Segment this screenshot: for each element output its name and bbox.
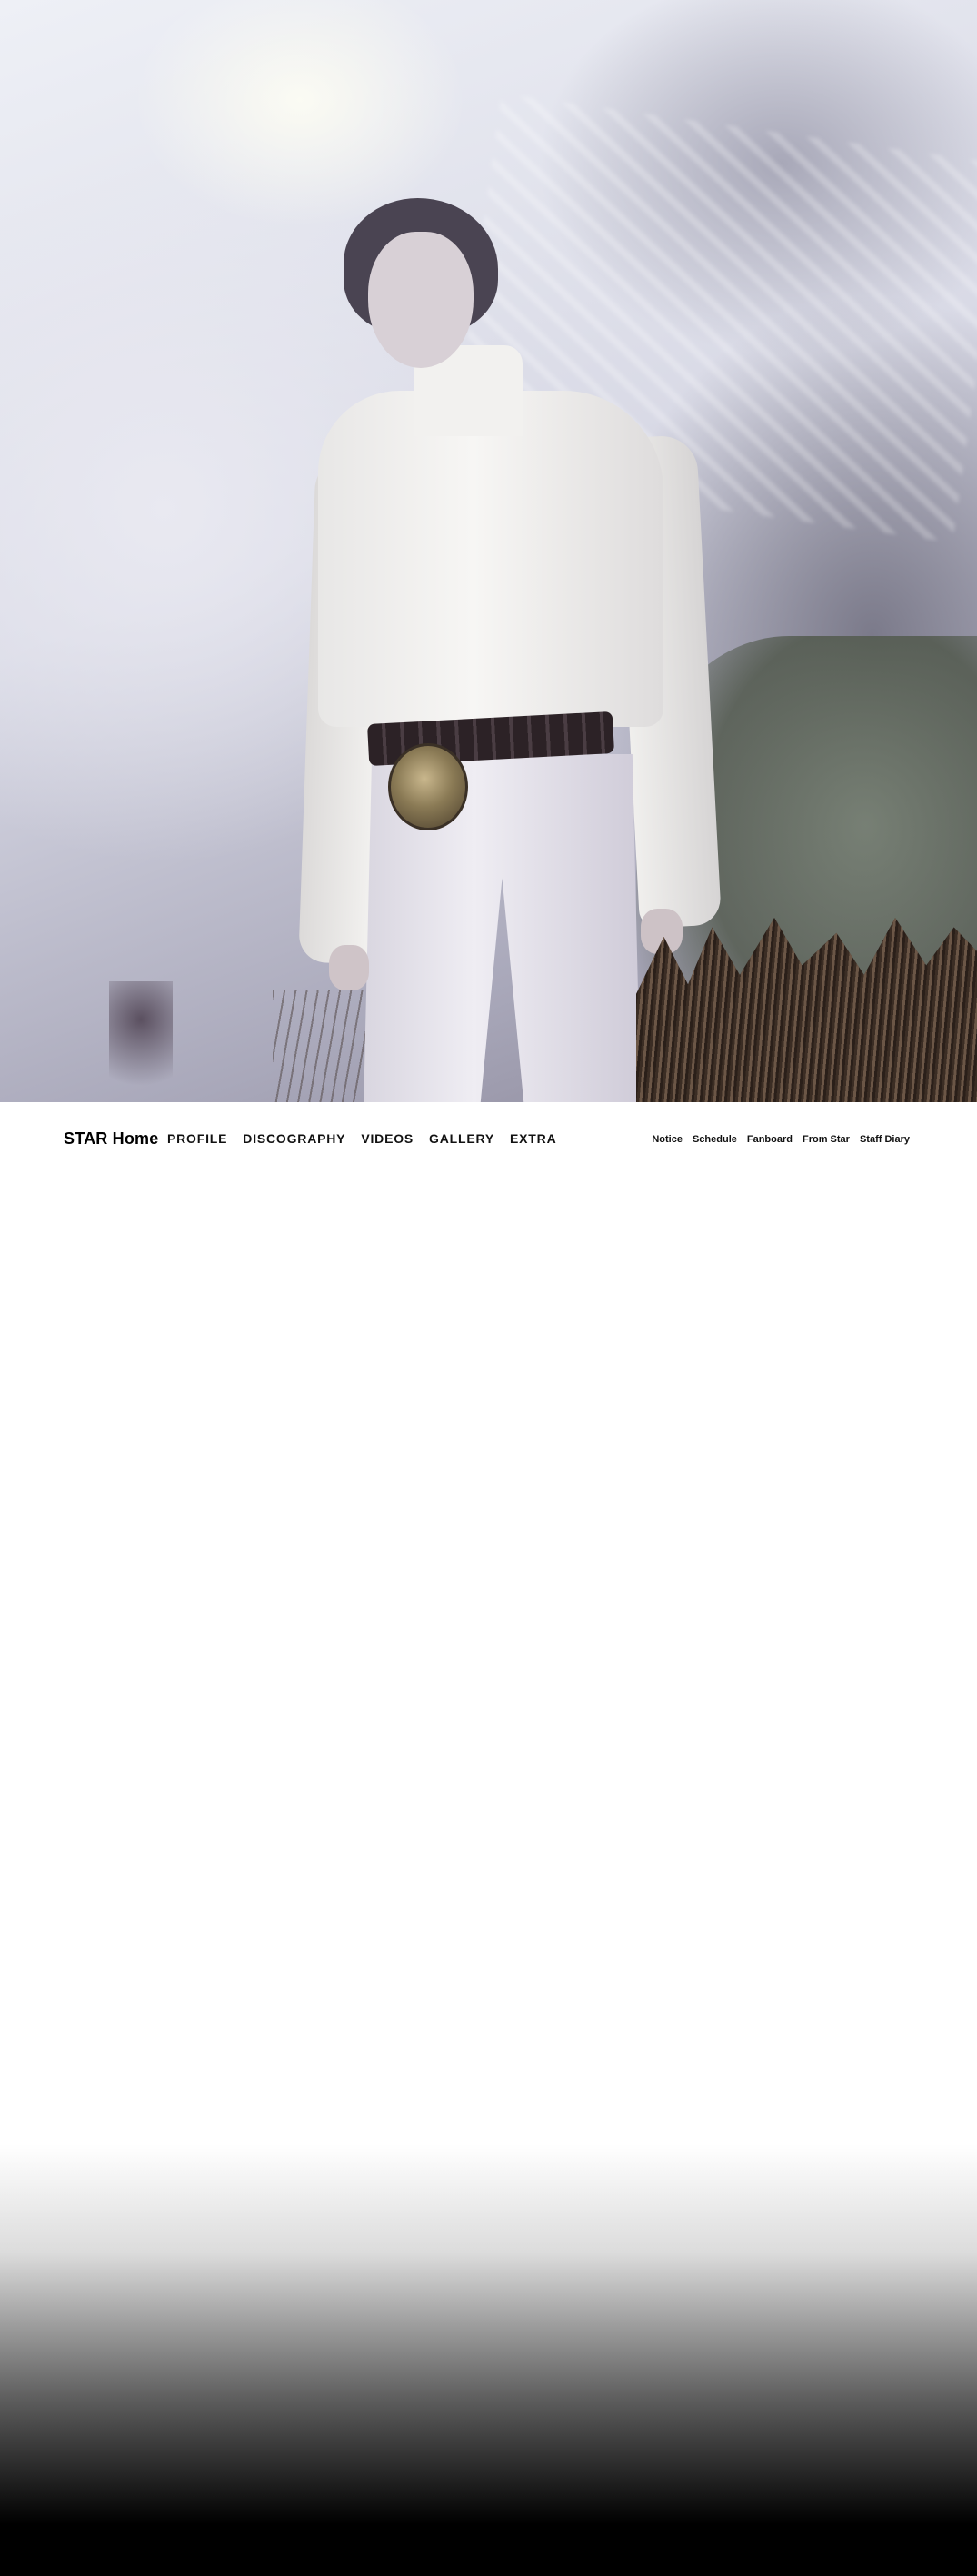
nav-discography-link[interactable]: DISCOGRAPHY [243,1131,345,1146]
nav-staff-diary-link[interactable]: Staff Diary [860,1134,910,1145]
belt-buckle [388,743,468,830]
nav-notice-link[interactable]: Notice [652,1134,683,1145]
bottom-gradient-fade [0,2144,977,2576]
nav-profile-link[interactable]: PROFILE [167,1131,227,1146]
nav-schedule-link[interactable]: Schedule [693,1134,737,1145]
nav-from-star-link[interactable]: From Star [803,1134,850,1145]
brand-home-link[interactable]: STAR Home [64,1129,158,1149]
left-hand [329,945,369,990]
main-menu: PROFILE DISCOGRAPHY VIDEOS GALLERY EXTRA [167,1131,556,1146]
nav-extra-link[interactable]: EXTRA [510,1131,556,1146]
artist-figure [0,0,977,1102]
nav-gallery-link[interactable]: GALLERY [429,1131,494,1146]
top-navigation: STAR Home PROFILE DISCOGRAPHY VIDEOS GAL… [0,1102,977,1179]
sweater [318,391,663,727]
community-menu: Notice Schedule Fanboard From Star Staff… [652,1134,910,1145]
nav-fanboard-link[interactable]: Fanboard [747,1134,793,1145]
hero-image [0,0,977,1102]
nav-videos-link[interactable]: VIDEOS [361,1131,414,1146]
face [368,232,474,368]
